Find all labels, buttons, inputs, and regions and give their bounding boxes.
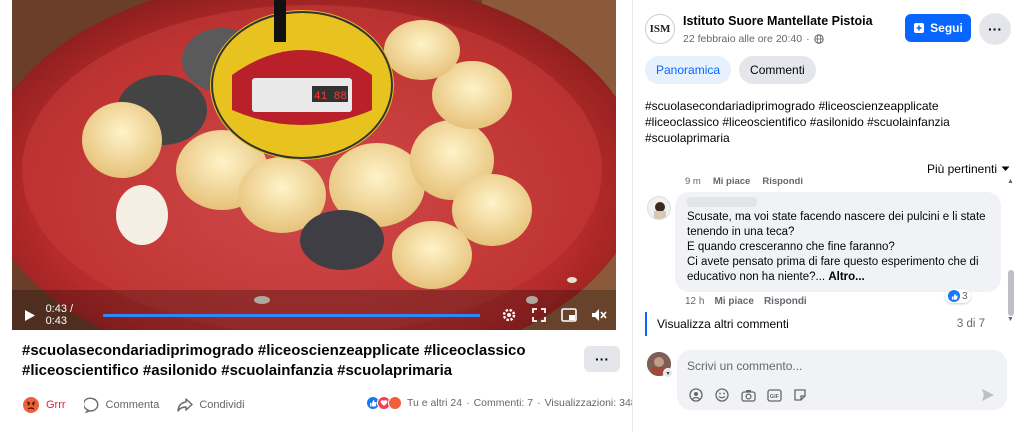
previous-comment-actions: 9 m Mi piace Rispondi xyxy=(685,176,803,187)
follow-page-icon xyxy=(914,23,925,33)
send-icon[interactable] xyxy=(979,386,997,404)
sticker-icon[interactable] xyxy=(791,386,809,404)
video-controls: 0:43 / 0:43 xyxy=(12,300,616,330)
scrollbar-thumb[interactable] xyxy=(1008,270,1014,316)
globe-icon xyxy=(813,34,824,44)
page-name-link[interactable]: Istituto Suore Mantellate Pistoia xyxy=(683,14,873,28)
comment-bubble: Scusate, ma voi state facendo nascere de… xyxy=(675,192,1001,292)
follow-label: Segui xyxy=(930,21,963,35)
prev-comment-like-link[interactable]: Mi piace xyxy=(713,176,751,187)
comment-text: Scusate, ma voi state facendo nascere de… xyxy=(687,210,991,285)
commenter-avatar[interactable] xyxy=(647,196,671,220)
comment-time: 12 h xyxy=(685,296,705,307)
video-progress-fill xyxy=(102,313,480,317)
sort-label: Più pertinenti xyxy=(926,162,997,176)
gif-icon[interactable]: GIF xyxy=(765,386,783,404)
incubator-display: 41 88 xyxy=(314,91,347,103)
comment-bubble-icon xyxy=(83,397,98,413)
tab-comments[interactable]: Commenti xyxy=(739,56,816,84)
comment-composer: GIF xyxy=(677,350,1007,410)
comment-reply-link[interactable]: Rispondi xyxy=(764,296,807,307)
camera-icon[interactable] xyxy=(739,386,757,404)
video-player[interactable]: 41 88 0:43 / 0:43 xyxy=(12,0,616,330)
scroll-down-arrow-icon[interactable]: ▼ xyxy=(1007,316,1014,323)
composer-toolbar: GIF xyxy=(687,386,809,404)
comment-button[interactable]: Commenta xyxy=(83,397,160,413)
post-more-options-button[interactable]: ··· xyxy=(584,346,620,372)
comment-line: Ci avete pensato prima di fare questo es… xyxy=(687,256,979,283)
post-date[interactable]: 22 febbraio alle ore 20:40 · xyxy=(683,33,824,45)
post-actions: Grrr Commenta Condividi xyxy=(22,396,263,414)
post-caption: #scuolasecondariadiprimogrado #liceoscie… xyxy=(22,342,526,379)
view-more-comments-label: Visualizza altri commenti xyxy=(657,317,789,331)
react-label: Grrr xyxy=(46,399,66,411)
fullscreen-expand-icon[interactable] xyxy=(530,306,548,324)
comment-input[interactable] xyxy=(687,356,987,376)
post-side-panel: ISM Istituto Suore Mantellate Pistoia 22… xyxy=(632,0,1024,432)
page-avatar[interactable]: ISM xyxy=(645,14,675,44)
prev-comment-time: 9 m xyxy=(685,176,701,187)
post-viewer: 41 88 0:43 / 0:43 #scuolasecondariadipri… xyxy=(0,0,1024,432)
panel-tabs: Panoramica Commenti xyxy=(645,56,816,84)
see-more-link[interactable]: Altro... xyxy=(828,271,864,283)
angry-reaction-icon xyxy=(388,396,402,410)
video-time: 0:43 / 0:43 xyxy=(45,303,74,327)
prev-comment-reply-link[interactable]: Rispondi xyxy=(762,176,803,187)
play-icon[interactable] xyxy=(20,304,40,326)
comments-scrollbar[interactable]: ▲ ▼ xyxy=(1007,176,1015,326)
comment-sort-dropdown[interactable]: Più pertinenti xyxy=(927,162,1010,176)
share-arrow-icon xyxy=(177,398,194,412)
angry-reaction-icon xyxy=(23,397,39,413)
comment-line: Scusate, ma voi state facendo nascere de… xyxy=(687,211,986,238)
post-date-text: 22 febbraio alle ore 20:40 xyxy=(683,33,803,45)
post-hashtags[interactable]: #scuolasecondariadiprimogrado #liceoscie… xyxy=(645,98,1005,146)
follow-button[interactable]: Segui xyxy=(905,14,971,42)
video-progress-bar[interactable] xyxy=(102,313,480,317)
tab-overview[interactable]: Panoramica xyxy=(645,56,732,84)
comment-author-redacted xyxy=(687,197,757,207)
share-button[interactable]: Condividi xyxy=(177,397,245,413)
comments-page-count: 3 di 7 xyxy=(956,318,985,330)
comment-actions: 12 h Mi piace Rispondi xyxy=(685,296,807,307)
mute-speaker-icon[interactable] xyxy=(590,306,608,324)
picture-in-picture-icon[interactable] xyxy=(560,306,578,324)
reaction-summary-icons[interactable] xyxy=(366,396,402,410)
view-more-comments[interactable]: Visualizza altri commenti 3 di 7 xyxy=(645,312,985,336)
page-more-options-button[interactable]: ··· xyxy=(979,13,1011,45)
like-reaction-icon xyxy=(948,290,960,302)
comments-count[interactable]: Commenti: 7 xyxy=(474,397,534,409)
comment-line: E quando cresceranno che fine faranno? xyxy=(687,241,895,253)
views-count: Visualizzazioni: 348 xyxy=(544,397,637,409)
emoji-icon[interactable] xyxy=(713,386,731,404)
share-label: Condividi xyxy=(199,399,245,411)
reactions-count[interactable]: Tu e altri 24 xyxy=(407,397,462,409)
avatar-sticker-icon[interactable] xyxy=(687,386,705,404)
comment-reaction-number: 3 xyxy=(962,290,968,302)
comment-label: Commenta xyxy=(105,399,160,411)
scroll-up-arrow-icon[interactable]: ▲ xyxy=(1007,178,1014,185)
chevron-down-icon xyxy=(1001,166,1010,171)
video-frame: 41 88 xyxy=(12,0,616,330)
comment-like-link[interactable]: Mi piace xyxy=(714,296,753,307)
post-stats: Tu e altri 24 · Commenti: 7 · Visualizza… xyxy=(366,396,637,410)
svg-text:GIF: GIF xyxy=(769,394,779,400)
comment-reaction-count[interactable]: 3 xyxy=(945,289,971,303)
profile-switch-chevron-icon[interactable]: ▾ xyxy=(663,368,673,378)
settings-gear-icon[interactable] xyxy=(500,306,518,324)
react-button[interactable]: Grrr xyxy=(22,396,66,414)
